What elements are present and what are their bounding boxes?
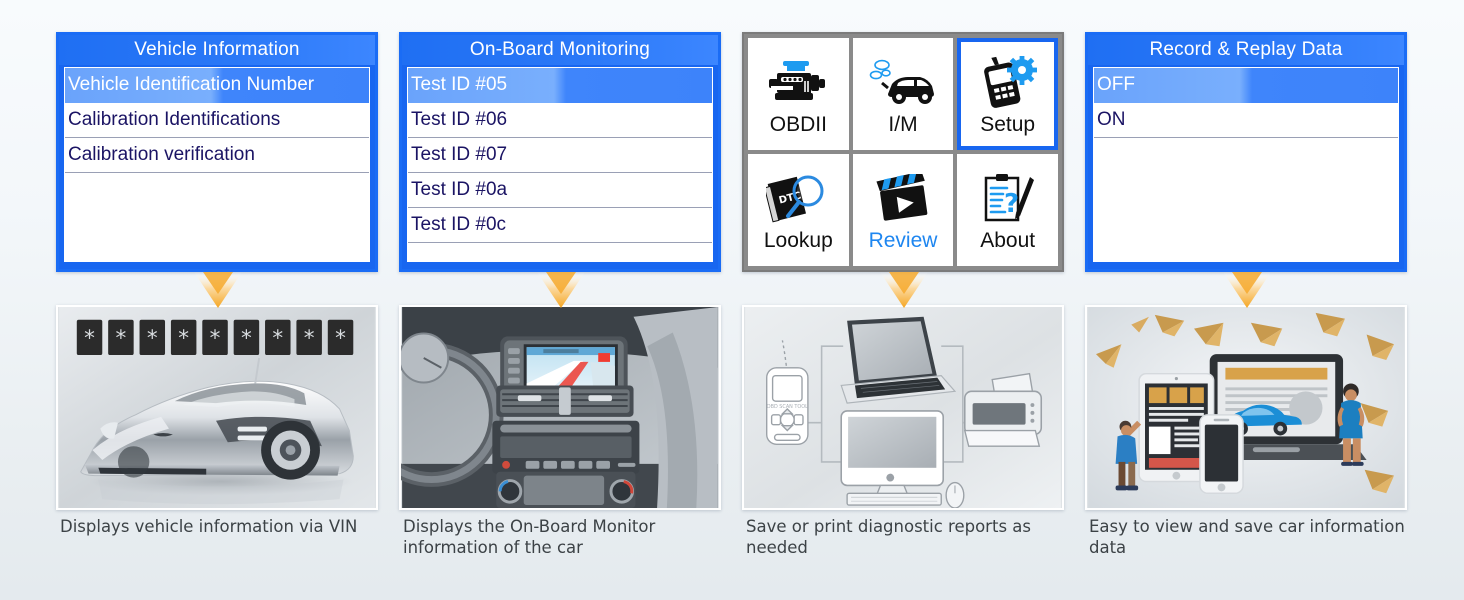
screen-title: Record & Replay Data [1088,35,1404,65]
svg-text:*: * [178,326,189,351]
vin-mask-tiles: * * * * * * * * * [76,319,354,356]
menu-tile-label: Setup [980,113,1036,136]
menu-tile-im[interactable]: I/M [852,38,954,150]
svg-text:*: * [304,326,315,351]
photo-vehicle-vin: * * * * * * * * * [56,305,378,510]
menu-tile-review[interactable]: Review [852,154,954,266]
menu-item-on[interactable]: ON [1094,103,1398,138]
menu-tile-label: Lookup [763,229,833,252]
menu-tile-label: About [980,229,1036,252]
menu-tile-obdii[interactable]: OBDII [748,38,849,150]
menu-tile-label: I/M [888,113,918,136]
svg-text:*: * [241,326,252,351]
svg-text:*: * [116,326,127,351]
screen-title: Vehicle Information [59,35,375,65]
smartphone-device [1199,414,1244,495]
clipboard-pen-icon: ? [978,169,1038,227]
radio-head-unit [492,420,640,474]
dtc-magnifier-icon: DTC [766,169,830,227]
svg-text:*: * [272,326,283,351]
menu-tile-label: Review [868,229,938,252]
screen-menu-list: Vehicle Identification Number Calibratio… [64,67,370,262]
screen-menu-list: OFF ON [1093,67,1399,262]
svg-text:*: * [335,326,346,351]
photo-multi-device-data [1085,305,1407,510]
feature-board: Vehicle Information Vehicle Identificati… [0,0,1464,600]
photo-dashboard-console [399,305,721,510]
menu-item-calibration-verification[interactable]: Calibration verification [65,138,369,173]
screen-title: On-Board Monitoring [402,35,718,65]
menu-tile-setup[interactable]: Setup [957,38,1058,150]
climate-control [496,471,636,508]
svg-text:*: * [84,326,95,351]
device-screen-on-board-monitoring: On-Board Monitoring Test ID #05 Test ID … [399,32,721,272]
menu-tile-about[interactable]: ? About [957,154,1058,266]
feature-column-vehicle-information: Vehicle Information Vehicle Identificati… [56,0,386,600]
caption-report-workflow: Save or print diagnostic reports as need… [746,517,1031,558]
feature-column-main-menu: OBDII I/M Setup DTC Lookup Review ? Abou… [742,0,1072,600]
photo-report-workflow: OBD SCAN TOOL [742,305,1064,510]
svg-text:*: * [147,326,158,351]
car-emission-icon [868,53,938,111]
menu-item-off[interactable]: OFF [1094,68,1398,103]
menu-item-test-id-06[interactable]: Test ID #06 [408,103,712,138]
menu-tile-lookup[interactable]: DTC Lookup [748,154,849,266]
down-arrow-icon [1223,272,1271,308]
scanner-gear-icon [977,53,1039,111]
screen-menu-list: Test ID #05 Test ID #06 Test ID #07 Test… [407,67,713,262]
down-arrow-icon [880,272,928,308]
caption-on-board-monitoring: Displays the On-Board Monitor informatio… [403,517,656,558]
menu-item-calibration-identifications[interactable]: Calibration Identifications [65,103,369,138]
feature-column-record-replay: Record & Replay Data OFF ON Easy to view… [1085,0,1415,600]
svg-text:*: * [210,326,221,351]
feature-column-on-board-monitoring: On-Board Monitoring Test ID #05 Test ID … [399,0,729,600]
clapperboard-icon [875,169,931,227]
menu-tile-label: OBDII [769,113,827,136]
caption-vehicle-information: Displays vehicle information via VIN [60,517,358,536]
menu-item-test-id-0c[interactable]: Test ID #0c [408,208,712,243]
menu-item-test-id-05[interactable]: Test ID #05 [408,68,712,103]
caption-record-replay: Easy to view and save car information da… [1089,517,1405,558]
device-screen-main-menu: OBDII I/M Setup DTC Lookup Review ? Abou… [742,32,1064,272]
down-arrow-icon [537,272,585,308]
menu-item-test-id-0a[interactable]: Test ID #0a [408,173,712,208]
svg-text:OBD SCAN TOOL: OBD SCAN TOOL [767,404,808,410]
device-screen-record-replay: Record & Replay Data OFF ON [1085,32,1407,272]
engine-icon [765,53,831,111]
menu-item-vehicle-identification-number[interactable]: Vehicle Identification Number [65,68,369,103]
down-arrow-icon [194,272,242,308]
device-screen-vehicle-information: Vehicle Information Vehicle Identificati… [56,32,378,272]
air-vents [496,385,634,417]
menu-item-test-id-07[interactable]: Test ID #07 [408,138,712,173]
